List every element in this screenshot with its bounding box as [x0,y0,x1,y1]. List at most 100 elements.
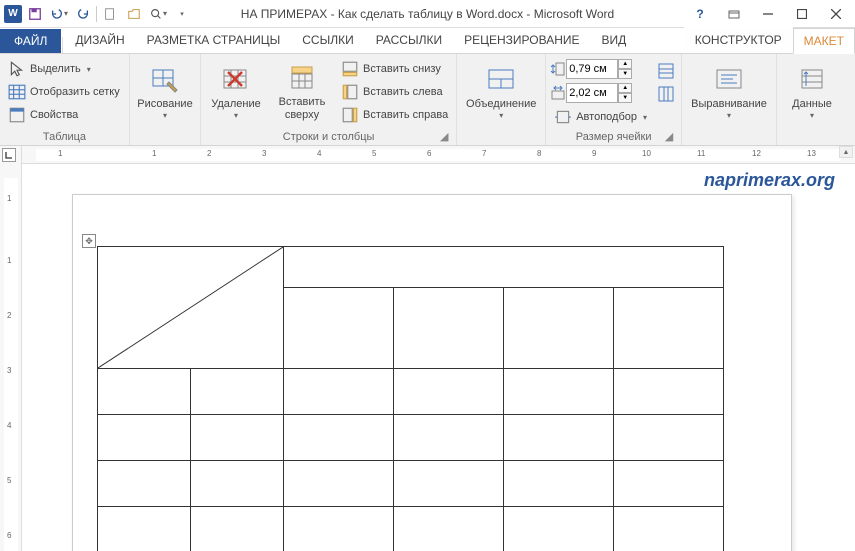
undo-icon[interactable]: ▾ [48,3,70,25]
table-cell[interactable] [98,507,191,551]
draw-table-icon [149,64,181,96]
tab-file[interactable]: ФАЙЛ [0,29,61,53]
qat-customize-icon[interactable]: ▾ [171,3,193,25]
group-alignment-label [686,130,772,144]
ribbon-display-icon[interactable] [721,4,747,24]
distribute-cols-button[interactable] [655,83,677,105]
table-cell[interactable] [284,415,394,461]
preview-icon[interactable]: ▾ [147,3,169,25]
insert-above-button[interactable]: Вставить сверху [271,56,333,128]
table-cell[interactable] [614,415,724,461]
table-cell[interactable] [394,369,504,415]
group-merge-label [461,130,541,144]
ruler-scroll-icon[interactable]: ▲ [839,146,853,158]
table-cell[interactable] [284,507,394,551]
insert-below-icon [341,60,359,78]
insert-below-button[interactable]: Вставить снизу [337,58,452,80]
insert-left-button[interactable]: Вставить слева [337,81,452,103]
insert-left-icon [341,83,359,101]
table-cell[interactable] [394,287,504,368]
height-up-icon[interactable]: ▲ [618,59,632,69]
table-cell[interactable] [284,369,394,415]
autofit-icon [554,108,572,126]
distribute-rows-button[interactable] [655,60,677,82]
width-up-icon[interactable]: ▲ [618,83,632,93]
word-table[interactable] [97,246,724,551]
col-width-icon [550,85,566,101]
height-down-icon[interactable]: ▼ [618,69,632,79]
table-cell[interactable] [614,507,724,551]
tab-mailings[interactable]: РАССЫЛКИ [365,27,453,53]
merge-button[interactable]: Объединение▾ [461,56,541,128]
alignment-button[interactable]: Выравнивание▾ [686,56,772,128]
tab-layout[interactable]: МАКЕТ [793,28,855,54]
tab-review[interactable]: РЕЦЕНЗИРОВАНИЕ [453,27,590,53]
close-icon[interactable] [823,4,849,24]
app-icon: W [4,5,22,23]
row-height-input[interactable] [566,59,618,79]
tab-selector-icon[interactable] [2,148,16,162]
insert-right-icon [341,106,359,124]
draw-button[interactable]: Рисование▾ [134,56,196,128]
insert-above-icon [286,62,318,94]
table-cell[interactable] [394,507,504,551]
horizontal-ruler: 1 1 2 3 4 5 6 7 8 9 10 11 12 13 ▲ [22,146,855,164]
table-cell[interactable] [394,461,504,507]
autofit-button[interactable]: Автоподбор▾ [550,106,651,128]
table-cell[interactable] [504,415,614,461]
tab-references[interactable]: ССЫЛКИ [291,27,364,53]
width-down-icon[interactable]: ▼ [618,93,632,103]
insert-right-button[interactable]: Вставить справа [337,104,452,126]
delete-button[interactable]: Удаление▾ [205,56,267,128]
open-icon[interactable] [123,3,145,25]
table-cell[interactable] [98,369,191,415]
table-move-handle-icon[interactable]: ✥ [82,234,96,248]
table-cell[interactable] [191,461,284,507]
merge-icon [485,64,517,96]
group-rows-cols-label: Строки и столбцы◢ [205,130,452,144]
alignment-icon [713,64,745,96]
gridlines-button[interactable]: Отобразить сетку [4,81,124,103]
qat-sep [96,6,97,22]
redo-icon[interactable] [72,3,94,25]
table-cell[interactable] [614,461,724,507]
table-cell[interactable] [614,287,724,368]
tab-design[interactable]: ДИЗАЙН [64,27,135,53]
tab-page-layout[interactable]: РАЗМЕТКА СТРАНИЦЫ [136,27,292,53]
properties-button[interactable]: Свойства [4,104,124,126]
table-cell[interactable] [284,287,394,368]
table-cell-diagonal[interactable] [98,247,284,369]
grid-icon [8,83,26,101]
table-cell[interactable] [504,369,614,415]
group-data-label [781,130,843,144]
col-width-input[interactable] [566,83,618,103]
data-icon [796,64,828,96]
cell-size-launcher-icon[interactable]: ◢ [663,130,675,142]
watermark-text: naprimerax.org [704,170,835,191]
row-height-icon [550,61,566,77]
table-cell[interactable] [98,461,191,507]
table-cell[interactable] [98,415,191,461]
data-button[interactable]: Данные▾ [781,56,843,128]
save-icon[interactable] [24,3,46,25]
help-icon[interactable]: ? [687,4,713,24]
table-cell[interactable] [284,461,394,507]
select-button[interactable]: Выделить▾ [4,58,124,80]
tab-view[interactable]: ВИД [591,27,638,53]
table-cell[interactable] [284,247,724,288]
tab-constructor[interactable]: КОНСТРУКТОР [684,27,793,53]
new-doc-icon[interactable] [99,3,121,25]
maximize-icon[interactable] [789,4,815,24]
rows-cols-launcher-icon[interactable]: ◢ [438,130,450,142]
table-cell[interactable] [394,415,504,461]
window-title: НА ПРИМЕРАХ - Как сделать таблицу в Word… [241,7,614,21]
table-cell[interactable] [504,461,614,507]
minimize-icon[interactable] [755,4,781,24]
table-cell[interactable] [504,287,614,368]
table-cell[interactable] [191,369,284,415]
table-cell[interactable] [614,369,724,415]
table-cell[interactable] [191,507,284,551]
table-cell[interactable] [504,507,614,551]
properties-icon [8,106,26,124]
table-cell[interactable] [191,415,284,461]
